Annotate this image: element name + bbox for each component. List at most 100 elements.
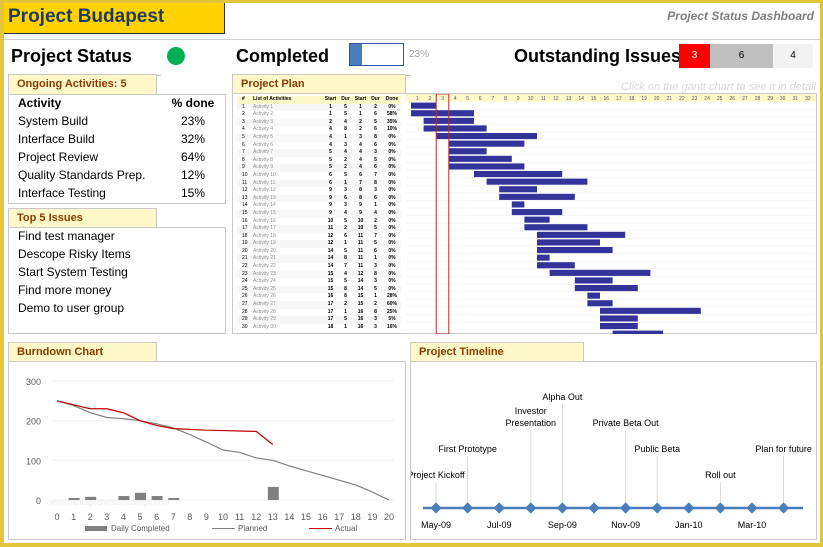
gantt-row: 22 Activity 22 14 7 11 3 0% xyxy=(237,263,401,271)
progress-fill xyxy=(350,44,363,65)
gantt-cell: 6 xyxy=(329,171,332,178)
gantt-period-label: 20 xyxy=(654,96,660,102)
timeline-axis-label: Sep-09 xyxy=(548,520,577,530)
gantt-cell: 0% xyxy=(388,141,396,148)
gantt-cell: Activity 12 xyxy=(253,187,276,194)
timeline-point xyxy=(461,502,474,514)
gantt-bar xyxy=(574,277,613,284)
gantt-cell: 14 xyxy=(357,278,364,285)
gantt-cell: 4 xyxy=(359,149,362,156)
gantt-cell: 0% xyxy=(388,240,396,247)
gantt-cell: 2 xyxy=(344,164,347,171)
gantt-cell: 8 xyxy=(374,179,377,186)
gantt-cell: 1 xyxy=(359,103,362,110)
gantt-cell: 10 xyxy=(357,225,364,232)
gantt-cell: 10 xyxy=(242,171,248,178)
completed-progress-bar xyxy=(349,43,404,66)
gantt-period-label: 2 xyxy=(429,96,432,102)
gantt-cell: 4 xyxy=(329,126,332,133)
activity-done: 64% xyxy=(180,150,206,164)
timeline-axis-label: Mar-10 xyxy=(738,520,767,530)
gantt-col-header: Dur xyxy=(341,96,350,102)
gantt-cell: 2 xyxy=(344,301,347,308)
gantt-cell: 17 xyxy=(242,225,248,232)
x-tick-label: 19 xyxy=(367,512,377,522)
gantt-cell: 4 xyxy=(359,164,362,171)
gantt-cell: 14 xyxy=(327,255,334,262)
gantt-cell: 3 xyxy=(242,118,245,125)
gantt-bar xyxy=(511,201,525,208)
gantt-row: 8 Activity 8 5 2 4 5 0% xyxy=(237,157,401,165)
list-item: Demo to user group xyxy=(18,301,125,315)
gantt-cell: 5 xyxy=(344,171,347,178)
activity-done: 23% xyxy=(180,114,206,128)
gantt-period-label: 21 xyxy=(667,96,673,102)
gantt-period-label: 22 xyxy=(679,96,685,102)
header-divider xyxy=(4,39,820,40)
timeline-axis-label: Nov-09 xyxy=(611,520,640,530)
gantt-bar xyxy=(537,247,613,254)
x-tick-label: 8 xyxy=(187,512,192,522)
gantt-cell: 0% xyxy=(388,156,396,163)
x-tick-label: 3 xyxy=(104,512,109,522)
gantt-period-label: 24 xyxy=(704,96,710,102)
gantt-row: 12 Activity 12 9 3 8 3 0% xyxy=(237,187,401,195)
timeline-axis-label: Jul-09 xyxy=(487,520,512,530)
gantt-table[interactable]: # List of Activities Start Dur Start Dur Done 1… xyxy=(237,96,401,331)
x-tick-label: 0 xyxy=(54,512,59,522)
gantt-period-label: 11 xyxy=(541,96,546,102)
gantt-cell: 0% xyxy=(388,202,396,209)
gantt-cell: 0% xyxy=(388,232,396,239)
gantt-cell: Activity 24 xyxy=(253,278,276,285)
gantt-cell: 5 xyxy=(344,103,347,110)
gantt-row: 6 Activity 6 4 3 4 6 0% xyxy=(237,142,401,150)
gantt-bar xyxy=(600,307,701,314)
gantt-cell: 8 xyxy=(344,255,347,262)
gantt-cell: 4 xyxy=(359,156,362,163)
gantt-cell: Activity 1 xyxy=(253,103,274,110)
x-tick-label: 18 xyxy=(351,512,361,522)
gantt-cell: 23 xyxy=(242,270,248,277)
gantt-cell: Activity 13 xyxy=(253,194,276,201)
gantt-cell: 2 xyxy=(359,118,362,125)
gantt-cell: Activity 8 xyxy=(253,156,274,163)
gantt-bar xyxy=(574,285,638,292)
gantt-cell: 4 xyxy=(344,209,347,216)
gantt-cell: 5 xyxy=(374,156,377,163)
gantt-cell: 15 xyxy=(357,301,364,308)
gantt-row: 3 Activity 3 2 4 2 5 35% xyxy=(237,118,401,127)
gantt-row: 23 Activity 23 15 4 12 8 0% xyxy=(237,270,401,279)
gantt-cell: 11 xyxy=(357,263,364,270)
gantt-period-label: 32 xyxy=(805,96,811,102)
event-label: Plan for future xyxy=(755,444,812,454)
gantt-cell: 11 xyxy=(357,247,364,254)
gantt-cell: 5 xyxy=(329,156,332,163)
gantt-cell: 2 xyxy=(242,111,245,118)
list-item: System Build 23% xyxy=(18,114,218,132)
x-tick-label: 4 xyxy=(121,512,126,522)
completed-label: Completed xyxy=(236,46,330,66)
gantt-cell: 60% xyxy=(386,301,397,308)
gantt-cell: 4 xyxy=(374,209,377,216)
gantt-bars[interactable]: 1 2 3 4 5 6 7 8 9 10 11 12 13 14 15 16 17 18 19 20 21 22 23 24 2… xyxy=(406,94,816,334)
issues-high-count: 3 xyxy=(679,44,710,68)
gantt-cell: 2 xyxy=(374,301,377,308)
gantt-cell: Activity 6 xyxy=(253,141,274,148)
gantt-cell: 2 xyxy=(329,118,332,125)
gantt-cell: 2 xyxy=(374,217,377,224)
event-label: Alpha Out xyxy=(542,392,583,402)
gantt-cell: 8 xyxy=(359,194,362,201)
gantt-cell: Activity 3 xyxy=(253,118,274,125)
gantt-cell: 2 xyxy=(374,103,377,110)
gantt-cell: 1 xyxy=(344,179,347,186)
gantt-cell: 3 xyxy=(374,263,377,270)
gantt-cell: 6 xyxy=(374,247,377,254)
gantt-cell: 35% xyxy=(386,118,397,125)
gantt-row: 5 Activity 5 4 1 3 8 0% xyxy=(237,133,401,142)
gantt-cell: 3 xyxy=(344,187,347,194)
gantt-cell: 6 xyxy=(374,126,377,133)
gantt-cell: 0% xyxy=(388,164,396,171)
gantt-cell: 16 xyxy=(357,316,364,323)
gantt-row: 4 Activity 4 4 8 2 6 10% xyxy=(237,126,401,134)
gantt-cell: 10% xyxy=(386,126,397,133)
